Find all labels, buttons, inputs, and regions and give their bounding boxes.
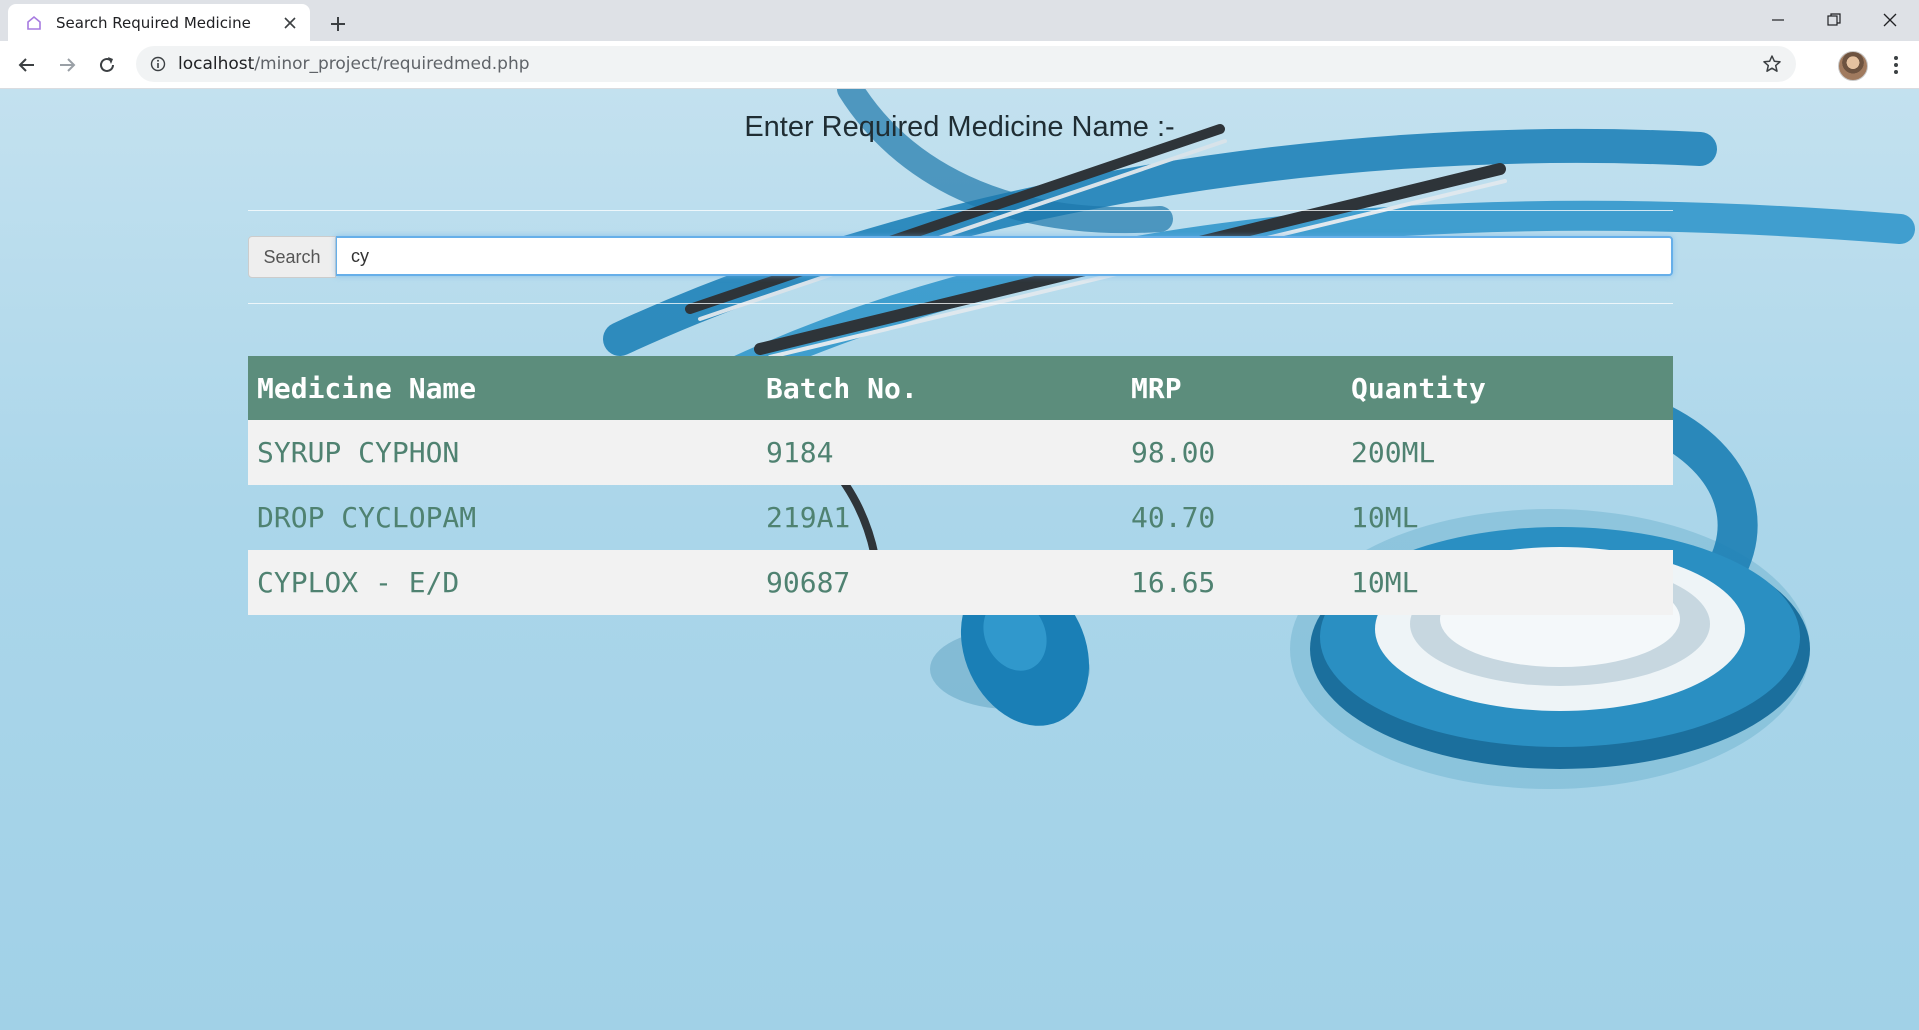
- minimize-icon: [1772, 19, 1784, 21]
- mrp-cell: 40.70: [1131, 501, 1216, 534]
- close-icon: [1883, 13, 1897, 27]
- new-tab-button[interactable]: [322, 8, 354, 40]
- search-addon-label: Search: [248, 236, 336, 278]
- minimize-button[interactable]: [1750, 0, 1806, 40]
- browser-toolbar: localhost/minor_project/requiredmed.php: [0, 41, 1919, 89]
- quantity-cell: 10ML: [1351, 501, 1419, 534]
- column-header-batch-no: Batch No.: [757, 356, 1122, 420]
- reload-icon: [100, 57, 114, 72]
- avatar[interactable]: [1838, 51, 1868, 81]
- page-title: Enter Required Medicine Name :-: [744, 111, 1175, 143]
- table-header-row: Medicine Name Batch No. MRP Quantity: [248, 356, 1673, 420]
- column-header-medicine-name: Medicine Name: [248, 356, 757, 420]
- tab-title: Search Required Medicine: [56, 13, 251, 32]
- medicine-name-cell: DROP CYCLOPAM: [257, 501, 477, 534]
- medicine-name-cell: CYPLOX - E/D: [248, 550, 757, 615]
- window-close-button[interactable]: [1862, 0, 1918, 40]
- quantity-cell: 10ML: [1342, 550, 1673, 615]
- restore-button[interactable]: [1806, 0, 1862, 40]
- column-header-mrp: MRP: [1122, 356, 1342, 420]
- info-icon[interactable]: [148, 54, 168, 74]
- quantity-cell: 200ML: [1342, 420, 1673, 485]
- column-header-quantity: Quantity: [1342, 356, 1673, 420]
- search-group: Search: [248, 236, 1673, 278]
- page-viewport: Enter Required Medicine Name :- Search M…: [0, 89, 1919, 1030]
- arrow-right-icon: [60, 58, 76, 72]
- back-button[interactable]: [11, 49, 43, 81]
- more-vert-icon: [1894, 56, 1898, 74]
- restore-icon: [1827, 13, 1841, 26]
- medicine-results-table: Medicine Name Batch No. MRP Quantity SYR…: [248, 356, 1673, 615]
- medicine-search-input[interactable]: [336, 236, 1673, 276]
- address-bar[interactable]: localhost/minor_project/requiredmed.php: [136, 46, 1796, 82]
- browser-tab[interactable]: Search Required Medicine: [8, 4, 310, 41]
- divider: [248, 303, 1673, 304]
- plus-icon: [331, 17, 345, 31]
- batch-no-cell: 90687: [757, 550, 1122, 615]
- table-row: SYRUP CYPHON 9184 98.00 200ML: [248, 420, 1673, 485]
- tab-strip: Search Required Medicine: [0, 0, 1919, 41]
- mrp-cell: 98.00: [1122, 420, 1342, 485]
- forward-button[interactable]: [51, 49, 83, 81]
- star-icon: [1763, 55, 1781, 72]
- home-icon: [24, 13, 44, 33]
- batch-no-cell: 219A1: [766, 501, 851, 534]
- batch-no-cell: 9184: [757, 420, 1122, 485]
- close-icon[interactable]: [276, 9, 304, 37]
- url-path: /minor_project/requiredmed.php: [254, 54, 530, 74]
- table-row: DROP CYCLOPAM 219A1 40.70 10ML: [248, 485, 1673, 550]
- url-host: localhost: [178, 54, 255, 74]
- medicine-name-cell: SYRUP CYPHON: [248, 420, 757, 485]
- divider: [248, 210, 1673, 211]
- mrp-cell: 16.65: [1122, 550, 1342, 615]
- browser-menu-button[interactable]: [1880, 49, 1912, 81]
- reload-button[interactable]: [91, 49, 123, 81]
- url-text: localhost/minor_project/requiredmed.php: [178, 54, 530, 74]
- bookmark-button[interactable]: [1760, 52, 1784, 76]
- table-row: CYPLOX - E/D 90687 16.65 10ML: [248, 550, 1673, 615]
- arrow-left-icon: [18, 58, 34, 72]
